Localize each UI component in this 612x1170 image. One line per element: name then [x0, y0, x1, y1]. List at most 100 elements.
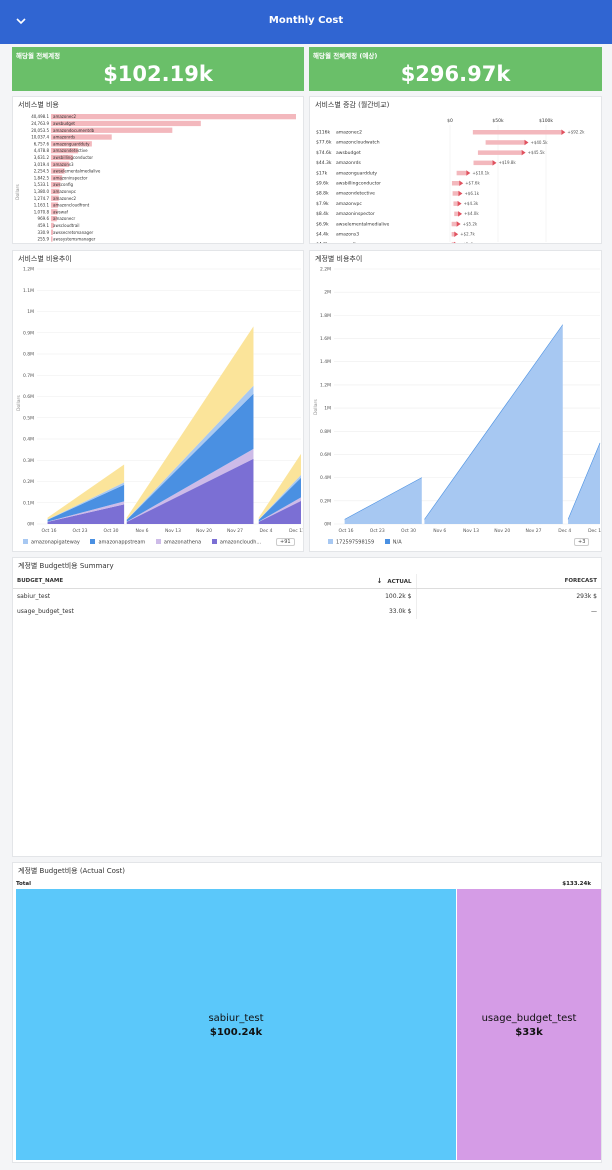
legend-more-button[interactable]: +3: [574, 538, 590, 546]
bar-category-label: amazoncloudfront: [53, 203, 90, 208]
delta-category-label: amazonvpc: [336, 202, 362, 207]
treemap-tile[interactable]: usage_budget_test $33k: [457, 889, 601, 1160]
delta-value-label: +$6.1k: [464, 191, 479, 196]
axis-tick-label: $0: [447, 118, 453, 124]
kpi-label: 해당월 전체계정: [16, 52, 61, 60]
bar-category-label: amazondocumentdb: [53, 128, 95, 133]
panel-title: 계정별 Budget비용 Summary: [18, 562, 114, 570]
forecast-cell: 293k $: [415, 588, 601, 604]
delta-category-label: awselementalmedialive: [336, 221, 390, 227]
legend-item[interactable]: amazoncloudh...: [211, 539, 262, 546]
treemap-tile[interactable]: sabiur_test $100.24k: [16, 889, 456, 1160]
delta-total-label: $116k: [316, 130, 330, 136]
y-tick-label: 2.2M: [320, 267, 331, 273]
bar-category-label: amazonec2: [53, 196, 77, 201]
bar-value-label: 255.9: [38, 237, 50, 242]
delta-bar: [485, 140, 525, 145]
y-tick-label: 0.6M: [23, 394, 34, 400]
bar-value-label: 3,019.4: [34, 162, 50, 167]
legend-swatch: [328, 539, 333, 544]
actual-cell: 33.0k $: [388, 608, 412, 615]
x-tick-label: Dec 4: [558, 528, 571, 534]
bar-category-label: awsbillingconductor: [53, 155, 93, 160]
legend-label: amazonapigateway: [31, 539, 80, 546]
delta-category-label: amazoncloudwatch: [336, 140, 380, 146]
table-row[interactable]: usage_budget_test 33.0k $ —: [13, 604, 601, 619]
bar-category-label: awsconfig: [53, 182, 74, 187]
service-delta-panel: 서비스별 증감 (월간비교) $0 $50k $100k $116k amazonec2…: [309, 96, 602, 244]
legend-more-button[interactable]: +91: [276, 538, 295, 546]
dashboard-title: Monthly Cost: [268, 15, 344, 26]
panel-title: 서비스별 증감 (월간비교): [315, 101, 390, 109]
bar-category-label: awselementalmedialive: [53, 169, 101, 174]
column-header-actual[interactable]: ↓ ACTUAL: [228, 574, 416, 589]
service-trend-panel: 서비스별 비용추이 Dollars 0M 0.1M 0.2M 0.3M 0.4M 0.5M…: [12, 250, 304, 552]
y-tick-label: 0.2M: [23, 479, 34, 485]
bar-value-label: 1,274.7: [34, 196, 50, 201]
delta-total-label: $7.9k: [316, 201, 329, 207]
table-row[interactable]: sabiur_test 100.2k $ 293k $: [13, 588, 601, 604]
kpi-value: $296.97k: [400, 62, 511, 86]
x-tick-label: Oct 16: [42, 528, 57, 534]
x-tick-label: Dec 4: [259, 528, 272, 534]
y-tick-label: 0.4M: [320, 475, 331, 481]
cost-bar: [51, 114, 296, 120]
bar-value-label: 20,053.5: [31, 128, 49, 133]
kpi-current-month: 해당월 전체계정 $102.19k: [12, 47, 304, 91]
x-tick-label: Nov 6: [135, 528, 148, 534]
budget-name-cell: sabiur_test: [17, 593, 51, 600]
delta-bar: [473, 160, 493, 166]
delta-value-label: +$19.8k: [499, 160, 517, 165]
legend-item[interactable]: N/A: [384, 539, 402, 546]
x-tick-label: Nov 6: [433, 528, 446, 534]
kpi-value: $102.19k: [103, 62, 213, 86]
delta-bar: [451, 181, 460, 186]
y-tick-label: 1.2M: [320, 382, 331, 388]
column-header-forecast[interactable]: FORECAST: [415, 574, 601, 589]
y-tick-label: 0M: [27, 522, 34, 528]
legend-swatch: [384, 539, 390, 544]
delta-category-label: awsbudget: [336, 150, 361, 156]
bar-category-label: amazoninspector: [53, 175, 88, 180]
legend-item[interactable]: 172597598159: [328, 539, 374, 546]
y-tick-label: 1.8M: [320, 313, 331, 319]
delta-arrow: [454, 241, 456, 243]
delta-arrow: [458, 190, 463, 197]
column-header-budget-name[interactable]: BUDGET_NAME: [13, 574, 228, 589]
y-tick-label: 0.1M: [23, 500, 34, 506]
delta-category-label: amazonguardduty: [336, 170, 377, 176]
bar-category-label: amazons3: [53, 162, 74, 167]
bar-value-label: 2,254.5: [34, 169, 50, 174]
bar-category-label: amazonec2: [53, 114, 77, 119]
x-tick-label: Nov 13: [463, 528, 479, 534]
y-tick-label: 1M: [324, 406, 331, 412]
delta-bar: [451, 242, 455, 243]
bar-value-label: 24,763.9: [31, 121, 49, 126]
kpi-forecast: 해당월 전체계정 (예상) $296.97k: [309, 47, 602, 91]
y-tick-label: 0.8M: [23, 352, 34, 358]
actual-cell: 100.2k $: [385, 593, 412, 600]
legend-item[interactable]: amazonappstream: [90, 539, 145, 546]
delta-value-label: +$40.5k: [530, 140, 548, 145]
legend-item[interactable]: amazonathena: [155, 539, 201, 546]
delta-category-label: awsconfig: [336, 242, 359, 244]
legend-label: amazoncloudh...: [219, 539, 262, 546]
delta-value-label: +$2.7k: [460, 232, 475, 237]
delta-arrow: [492, 160, 497, 166]
x-tick-label: Oct 30: [401, 528, 416, 534]
y-tick-label: 0.8M: [320, 429, 331, 435]
service-delta-chart: $0 $50k $100k $116k amazonec2 +$92.2k $77.6k am…: [316, 118, 585, 244]
axis-tick-label: $50k: [492, 118, 504, 124]
sort-arrow-down-icon[interactable]: ↓: [377, 577, 383, 585]
delta-category-label: amazoninspector: [336, 211, 375, 217]
delta-value-label: +$10.1k: [472, 170, 490, 175]
bar-value-label: 459.1: [38, 223, 50, 228]
delta-arrow: [454, 231, 459, 237]
treemap-tile-name: sabiur_test: [208, 1012, 264, 1024]
legend-item[interactable]: amazonapigateway: [23, 539, 80, 546]
legend-swatch: [23, 539, 28, 544]
legend-swatch: [90, 539, 96, 544]
bar-category-label: awsbudget: [53, 121, 75, 126]
y-axis-label: Dollars: [313, 399, 319, 415]
delta-bar: [451, 221, 457, 227]
